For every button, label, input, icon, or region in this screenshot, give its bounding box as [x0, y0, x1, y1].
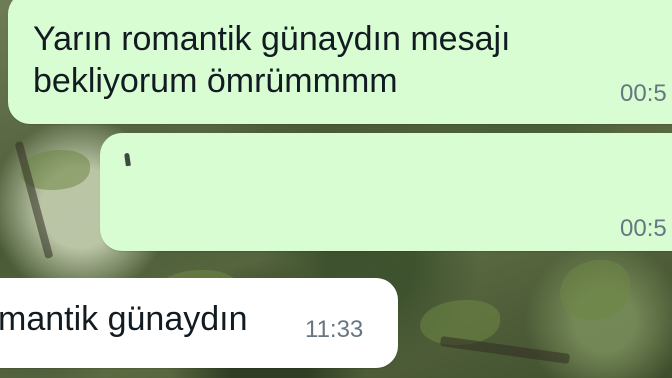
incoming-message-bubble[interactable]: mantik günaydın 11:33 — [0, 278, 398, 368]
message-text: Yarın romantik günaydın mesajı bekliyoru… — [33, 20, 511, 100]
message-timestamp: 00:5 — [620, 215, 667, 242]
wallpaper-branch — [439, 336, 571, 364]
outgoing-message-bubble[interactable]: 00:5 — [100, 133, 672, 251]
message-timestamp: 11:33 — [305, 316, 364, 343]
wallpaper-leaf — [560, 260, 630, 320]
emoji-icon — [124, 152, 131, 167]
message-timestamp: 00:5 — [620, 80, 667, 107]
outgoing-message-bubble[interactable]: Yarın romantik günaydın mesajı bekliyoru… — [8, 0, 672, 124]
